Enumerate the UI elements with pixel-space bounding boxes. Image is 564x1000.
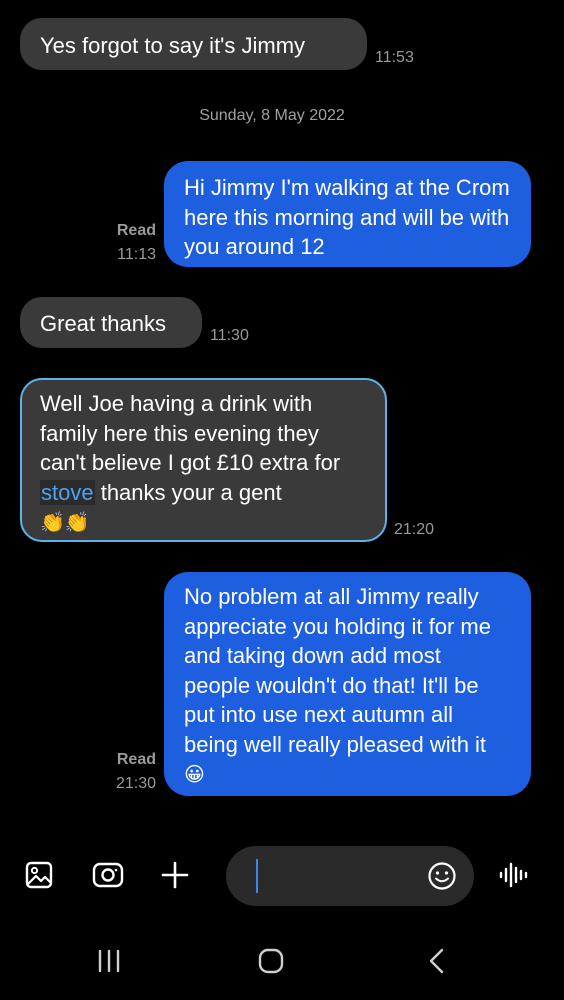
message-time: 21:20 bbox=[394, 521, 435, 538]
read-receipt: Read bbox=[116, 751, 156, 768]
message-text: Great thanks bbox=[40, 311, 166, 336]
outgoing-message[interactable]: Hi Jimmy I'm walking at the Crom here th… bbox=[164, 161, 531, 267]
message-time: 11:30 bbox=[210, 327, 249, 344]
outgoing-message[interactable]: No problem at all Jimmy really appreciat… bbox=[164, 572, 531, 796]
date-separator: Sunday, 8 May 2022 bbox=[199, 107, 345, 124]
emoji-icon[interactable] bbox=[426, 860, 458, 892]
text-cursor bbox=[256, 859, 258, 893]
incoming-message[interactable]: Yes forgot to say it's Jimmy bbox=[20, 18, 367, 70]
gallery-icon[interactable] bbox=[22, 858, 56, 892]
message-text-end: thanks your a gent bbox=[94, 479, 282, 505]
clapping-hands-emoji: 👏👏 bbox=[40, 512, 90, 534]
message-time: 11:13 bbox=[117, 246, 156, 263]
message-text: Well Joe having a drink with family here… bbox=[40, 391, 341, 475]
message-input[interactable] bbox=[226, 846, 474, 906]
message-time: 21:30 bbox=[115, 775, 156, 792]
camera-icon[interactable] bbox=[90, 858, 126, 892]
back-icon[interactable] bbox=[420, 943, 454, 979]
message-text: No problem at all Jimmy really appreciat… bbox=[184, 584, 491, 757]
incoming-message-selected[interactable]: Well Joe having a drink with family here… bbox=[20, 378, 387, 542]
read-receipt: Read bbox=[116, 222, 156, 239]
home-icon[interactable] bbox=[254, 943, 288, 979]
message-status: Read 11:13 bbox=[76, 219, 156, 267]
recent-apps-icon[interactable] bbox=[92, 943, 126, 979]
message-status: Read 21:30 bbox=[76, 748, 156, 796]
message-text: Hi Jimmy I'm walking at the Crom here th… bbox=[184, 175, 510, 259]
voice-icon[interactable] bbox=[496, 858, 532, 892]
message-time: 11:53 bbox=[375, 49, 414, 66]
grinning-face-emoji: 😀 bbox=[184, 764, 205, 786]
highlighted-word[interactable]: stove bbox=[40, 479, 95, 505]
plus-icon[interactable] bbox=[158, 858, 192, 892]
incoming-message[interactable]: Great thanks bbox=[20, 297, 202, 348]
message-text: Yes forgot to say it's Jimmy bbox=[40, 33, 306, 58]
